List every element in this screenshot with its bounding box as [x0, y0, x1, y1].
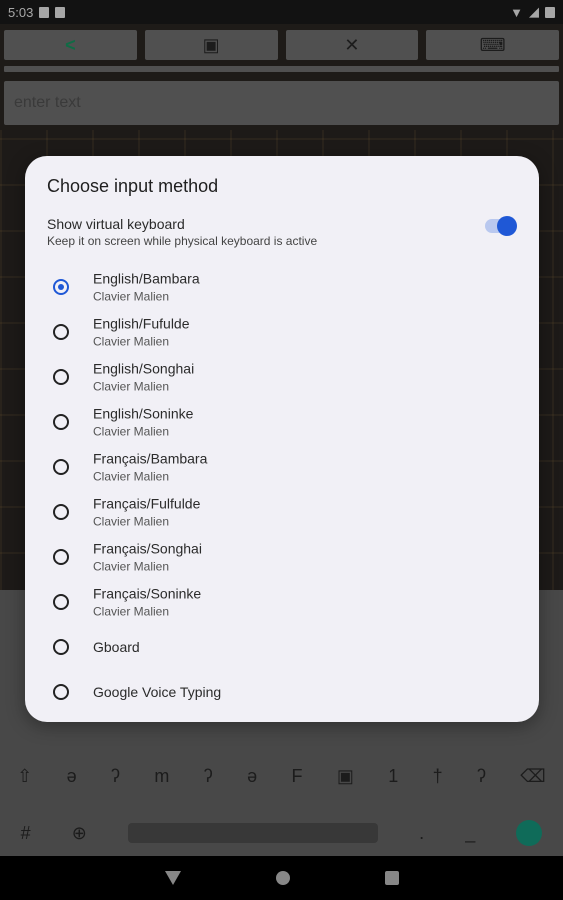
option-title: Gboard [93, 638, 140, 655]
option-title: Google Voice Typing [93, 683, 222, 700]
option-title: English/Bambara [93, 270, 200, 286]
radio-button[interactable] [53, 593, 69, 610]
radio-button[interactable] [53, 548, 69, 565]
option-subtitle: Clavier Malien [93, 514, 170, 528]
option-title: Français/Soninke [93, 585, 202, 601]
input-method-option[interactable]: English/Soninke Clavier Malien [47, 399, 517, 444]
show-virtual-keyboard-description: Keep it on screen while physical keyboar… [47, 234, 318, 248]
option-subtitle: Clavier Malien [93, 559, 170, 573]
option-title: Français/Bambara [93, 450, 208, 466]
option-title: Français/Fulfulde [93, 495, 201, 511]
option-subtitle: Clavier Malien [93, 424, 170, 438]
input-method-option[interactable]: Google Voice Typing [47, 669, 517, 714]
option-title: English/Songhai [93, 360, 195, 376]
radio-button[interactable] [53, 323, 69, 340]
radio-button[interactable] [53, 278, 69, 295]
radio-button[interactable] [53, 368, 69, 385]
option-title: Français/Songhai [93, 540, 202, 556]
input-method-option[interactable]: English/Bambara Clavier Malien [47, 264, 517, 309]
option-subtitle: Clavier Malien [93, 334, 170, 348]
option-subtitle: Clavier Malien [93, 379, 170, 393]
input-method-option[interactable]: English/Songhai Clavier Malien [47, 354, 517, 399]
input-method-option[interactable]: Français/Songhai Clavier Malien [47, 534, 517, 579]
option-title: English/Fufulde [93, 315, 190, 331]
radio-button[interactable] [53, 638, 69, 655]
input-method-option[interactable]: Français/Bambara Clavier Malien [47, 444, 517, 489]
input-method-option[interactable]: English/Fufulde Clavier Malien [47, 309, 517, 354]
option-subtitle: Clavier Malien [93, 604, 170, 618]
input-method-option[interactable]: Français/Fulfulde Clavier Malien [47, 489, 517, 534]
radio-button[interactable] [53, 503, 69, 520]
radio-button[interactable] [53, 458, 69, 475]
option-subtitle: Clavier Malien [93, 469, 170, 483]
radio-button[interactable] [53, 683, 69, 700]
radio-button[interactable] [53, 413, 69, 430]
input-method-option[interactable]: Français/Soninke Clavier Malien [47, 579, 517, 624]
input-method-option[interactable]: Gboard [47, 624, 517, 669]
show-virtual-keyboard-switch[interactable] [485, 216, 517, 236]
show-virtual-keyboard-label: Show virtual keyboard [47, 216, 185, 232]
option-title: English/Soninke [93, 405, 194, 421]
show-virtual-keyboard-row[interactable]: Show virtual keyboard Keep it on screen … [47, 216, 517, 252]
input-method-dialog: Choose input method Show virtual keyboar… [25, 156, 539, 722]
switch-knob [497, 216, 517, 236]
dialog-title: Choose input method [47, 176, 219, 196]
option-subtitle: Clavier Malien [93, 289, 170, 303]
